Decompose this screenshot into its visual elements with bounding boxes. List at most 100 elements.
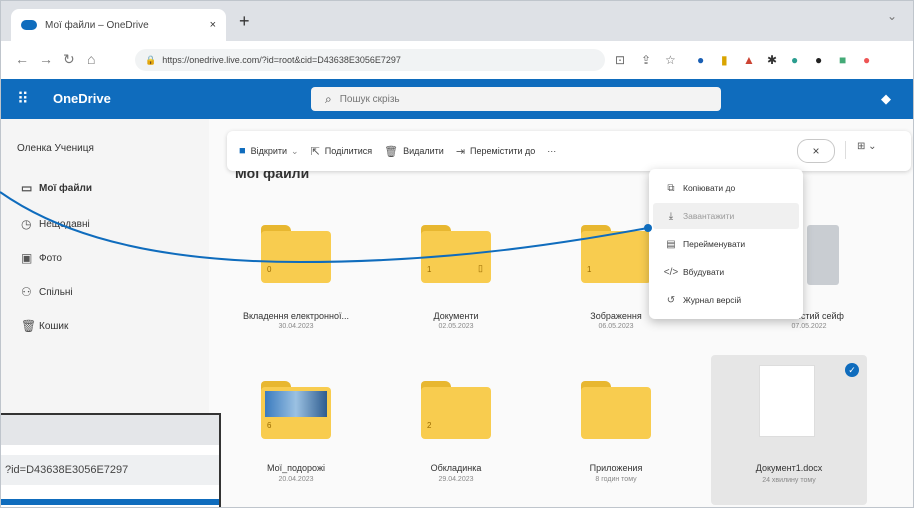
file-date: 20.04.2023: [278, 476, 314, 483]
file-date: 29.04.2023: [438, 476, 474, 483]
search-input[interactable]: [337, 92, 702, 106]
open-button[interactable]: ■ Відкрити ⌄: [239, 145, 299, 157]
folder-body: [421, 231, 491, 283]
file-name[interactable]: Приложения: [546, 463, 686, 473]
new-tab-button[interactable]: +: [239, 11, 250, 32]
extension-circle-icon[interactable]: ●: [791, 53, 798, 67]
extension-grid-icon[interactable]: ■: [839, 53, 846, 67]
search-icon: ⌕: [325, 91, 332, 106]
delete-button[interactable]: 🗑 Видалити: [384, 145, 444, 158]
folder-icon: ▭: [21, 181, 33, 195]
menu-item-download[interactable]: ⤓ Завантажити: [653, 203, 799, 229]
sidebar-item-my-files[interactable]: ▭ Мої файли: [1, 175, 209, 201]
menu-item-rename[interactable]: ▤ Перейменувати: [653, 231, 799, 257]
move-label: Перемістити до: [470, 146, 536, 156]
more-button[interactable]: ···: [547, 146, 556, 156]
sidebar-item-recycle-bin[interactable]: 🗑 Кошик: [1, 313, 209, 339]
folder-tile[interactable]: [581, 381, 651, 439]
view-options-button[interactable]: ⊞ ⌄: [857, 141, 877, 152]
extension-marker-icon[interactable]: ▮: [721, 53, 728, 67]
extension-dark-icon[interactable]: ●: [815, 53, 822, 67]
sidebar-item-shared[interactable]: ⚇ Спільні: [1, 279, 209, 305]
history-icon: ↺: [666, 294, 676, 306]
people-icon: ⚇: [21, 285, 32, 299]
delete-label: Видалити: [403, 146, 444, 156]
move-icon: ⇥: [455, 145, 466, 158]
sidebar-item-label: Нещодавні: [39, 218, 90, 230]
extension-o-icon[interactable]: ●: [697, 53, 704, 67]
folder-preview-image: [265, 391, 327, 417]
back-icon[interactable]: ←: [15, 51, 29, 67]
menu-item-label: Копіювати до: [683, 183, 736, 193]
folder-tile[interactable]: 1: [581, 225, 651, 283]
folder-body: [581, 231, 651, 283]
item-count: 0: [267, 265, 272, 274]
install-icon[interactable]: ⊡: [615, 53, 625, 67]
user-name[interactable]: Оленка Учениця: [17, 143, 94, 154]
document-thumbnail: [759, 365, 815, 437]
more-icon: ···: [547, 146, 557, 156]
tab-strip: Мої файли – OneDrive × + ⌄: [1, 1, 913, 41]
browser-tab[interactable]: Мої файли – OneDrive ×: [11, 9, 226, 41]
bookmark-star-icon[interactable]: ☆: [665, 53, 676, 67]
context-menu: ⧉ Копіювати до ⤓ Завантажити ▤ Переймену…: [649, 169, 803, 319]
clear-selection-button[interactable]: ×: [797, 139, 835, 163]
share-button[interactable]: ⇱ Поділитися: [311, 145, 373, 158]
move-to-button[interactable]: ⇥ Перемістити до: [456, 145, 535, 158]
tab-search-button[interactable]: ⌄: [887, 9, 897, 23]
address-bar[interactable]: 🔒 https://onedrive.live.com/?id=root&cid…: [135, 49, 605, 71]
vault-safe-icon[interactable]: [807, 225, 839, 285]
menu-item-label: Журнал версій: [683, 295, 742, 305]
onedrive-cloud-icon: [21, 20, 37, 30]
menu-item-label: Завантажити: [683, 211, 735, 221]
home-icon[interactable]: ⌂: [87, 51, 95, 67]
extension-flag-icon[interactable]: ▲: [743, 53, 755, 67]
sidebar-item-label: Спільні: [39, 286, 73, 298]
menu-item-label: Перейменувати: [683, 239, 746, 249]
sidebar-item-label: Фото: [39, 252, 62, 264]
selected-file-tile[interactable]: ✓ Документ1.docx 24 хвилину тому: [711, 355, 867, 505]
menu-item-embed[interactable]: </> Вбудувати: [653, 259, 799, 285]
file-name[interactable]: Документи: [386, 311, 526, 321]
file-date: 07.05.2022: [791, 323, 827, 330]
folder-tile[interactable]: 2: [421, 381, 491, 439]
share-icon: ⇱: [310, 145, 320, 158]
inset-toolbar: [1, 415, 219, 445]
chevron-down-icon: ⌄: [291, 145, 299, 156]
tab-title: Мої файли – OneDrive: [45, 19, 149, 31]
file-name[interactable]: Обкладинка: [386, 463, 526, 473]
sidebar-item-label: Мої файли: [39, 182, 92, 194]
inset-blue-bar: [1, 499, 219, 505]
menu-item-version-history[interactable]: ↺ Журнал версій: [653, 287, 799, 313]
checkmark-icon[interactable]: ✓: [845, 363, 859, 377]
file-name[interactable]: Мої_подорожі: [226, 463, 366, 473]
extension-red-icon[interactable]: ●: [863, 53, 870, 67]
folder-tile[interactable]: 6: [261, 381, 331, 439]
share-page-icon[interactable]: ⇪: [641, 53, 651, 67]
premium-diamond-icon[interactable]: ◆: [881, 91, 891, 107]
share-label: Поділитися: [324, 146, 373, 156]
tab-close-icon[interactable]: ×: [210, 19, 216, 31]
folder-tile[interactable]: 0: [261, 225, 331, 283]
search-box[interactable]: ⌕: [311, 87, 721, 111]
command-divider: [845, 141, 846, 159]
clock-icon: ◷: [21, 217, 32, 231]
open-label: Відкрити: [250, 146, 288, 156]
forward-icon[interactable]: →: [39, 51, 53, 67]
trash-icon: 🗑: [21, 319, 37, 333]
app-name[interactable]: OneDrive: [53, 91, 111, 106]
browser-toolbar: ← → ↻ ⌂ 🔒 https://onedrive.live.com/?id=…: [1, 41, 913, 80]
extension-puzzle-icon[interactable]: ✱: [767, 53, 777, 67]
app-launcher-icon[interactable]: ⠿: [17, 89, 29, 109]
onedrive-header: ⠿ OneDrive ⌕ ◆: [1, 79, 913, 119]
sidebar-item-photos[interactable]: ▣ Фото: [1, 245, 209, 271]
document-badge-icon: ▯: [478, 263, 483, 273]
file-name[interactable]: Документ1.docx: [719, 463, 859, 473]
reload-icon[interactable]: ↻: [63, 51, 75, 68]
sidebar-item-recent[interactable]: ◷ Нещодавні: [1, 211, 209, 237]
menu-item-copy-to[interactable]: ⧉ Копіювати до: [653, 175, 799, 201]
address-url[interactable]: https://onedrive.live.com/?id=root&cid=D…: [162, 55, 401, 65]
embed-icon: </>: [663, 266, 679, 278]
file-name[interactable]: Вкладення електронної...: [226, 311, 366, 321]
folder-tile[interactable]: 1 ▯: [421, 225, 491, 283]
